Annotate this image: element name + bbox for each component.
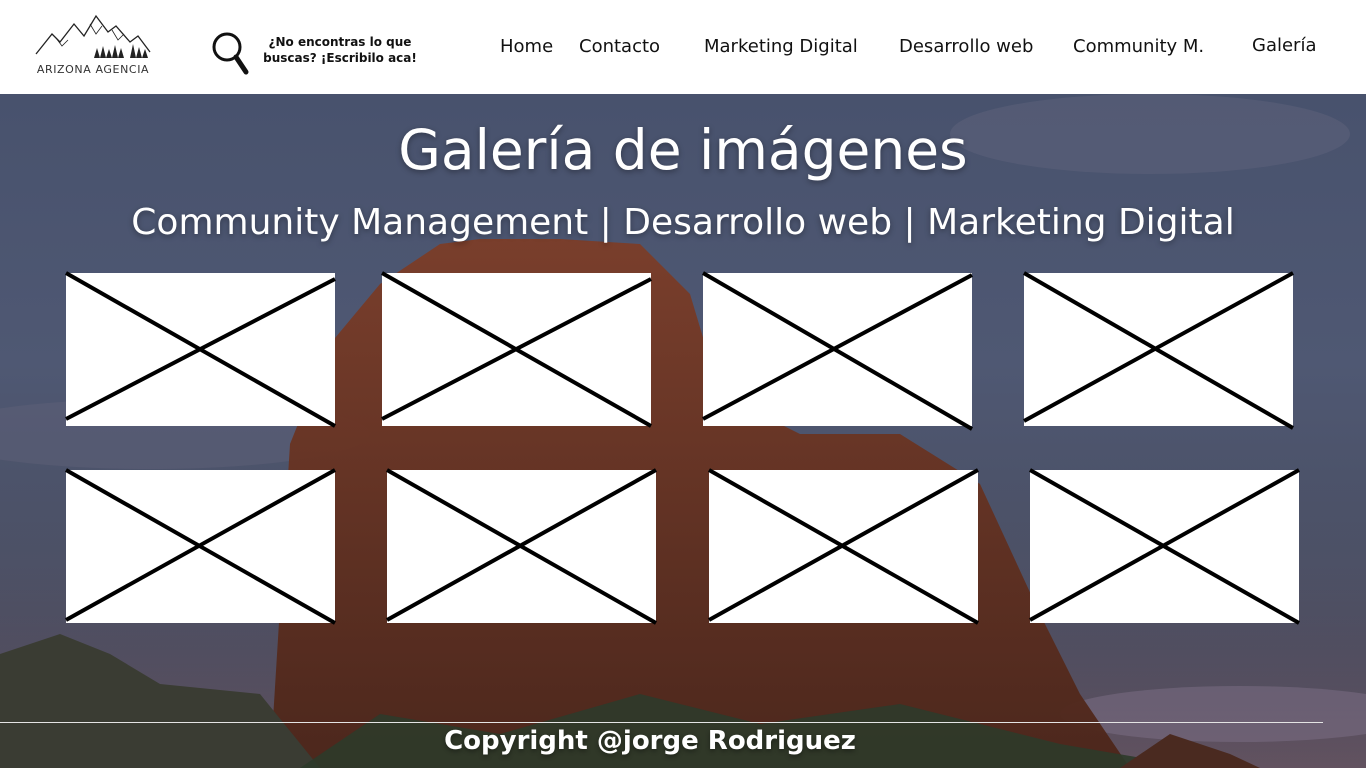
image-placeholder-icon bbox=[1023, 271, 1294, 430]
gallery-image-3[interactable] bbox=[701, 271, 974, 431]
nav-community-m[interactable]: Community M. bbox=[1073, 36, 1204, 57]
footer-divider bbox=[0, 722, 1323, 723]
image-placeholder-icon bbox=[386, 468, 657, 625]
nav-galeria[interactable]: Galería bbox=[1252, 35, 1317, 56]
nav-contacto[interactable]: Contacto bbox=[579, 36, 660, 57]
nav-home[interactable]: Home bbox=[500, 36, 553, 57]
page-title: Galería de imágenes bbox=[398, 118, 968, 182]
image-placeholder-icon bbox=[708, 468, 979, 625]
nav-marketing-digital[interactable]: Marketing Digital bbox=[704, 36, 858, 57]
gallery-image-6[interactable] bbox=[386, 468, 657, 625]
gallery-image-5[interactable] bbox=[65, 468, 336, 625]
background-landscape-image bbox=[0, 94, 1366, 768]
logo[interactable]: ARIZONA AGENCIA bbox=[30, 12, 156, 80]
image-placeholder-icon bbox=[701, 271, 974, 431]
search-prompt[interactable]: ¿No encontras lo que buscas? ¡Escribilo … bbox=[262, 34, 418, 66]
gallery-image-7[interactable] bbox=[708, 468, 979, 625]
copyright-text: Copyright @jorge Rodriguez bbox=[444, 726, 856, 756]
gallery-image-8[interactable] bbox=[1029, 468, 1300, 625]
hero-section: Galería de imágenes Community Management… bbox=[0, 94, 1366, 768]
magnifier-icon[interactable] bbox=[210, 30, 250, 76]
image-placeholder-icon bbox=[65, 468, 336, 625]
gallery-image-4[interactable] bbox=[1023, 271, 1294, 430]
image-placeholder-icon bbox=[1029, 468, 1300, 625]
gallery-image-2[interactable] bbox=[381, 271, 652, 428]
site-header: ARIZONA AGENCIA ¿No encontras lo que bus… bbox=[0, 0, 1366, 94]
logo-text: ARIZONA AGENCIA bbox=[36, 63, 150, 76]
nav-desarrollo-web[interactable]: Desarrollo web bbox=[899, 36, 1033, 57]
image-placeholder-icon bbox=[381, 271, 652, 428]
image-placeholder-icon bbox=[65, 271, 336, 428]
gallery-image-1[interactable] bbox=[65, 271, 336, 428]
page-subtitle: Community Management | Desarrollo web | … bbox=[131, 202, 1235, 243]
mountain-logo-icon bbox=[35, 14, 151, 58]
